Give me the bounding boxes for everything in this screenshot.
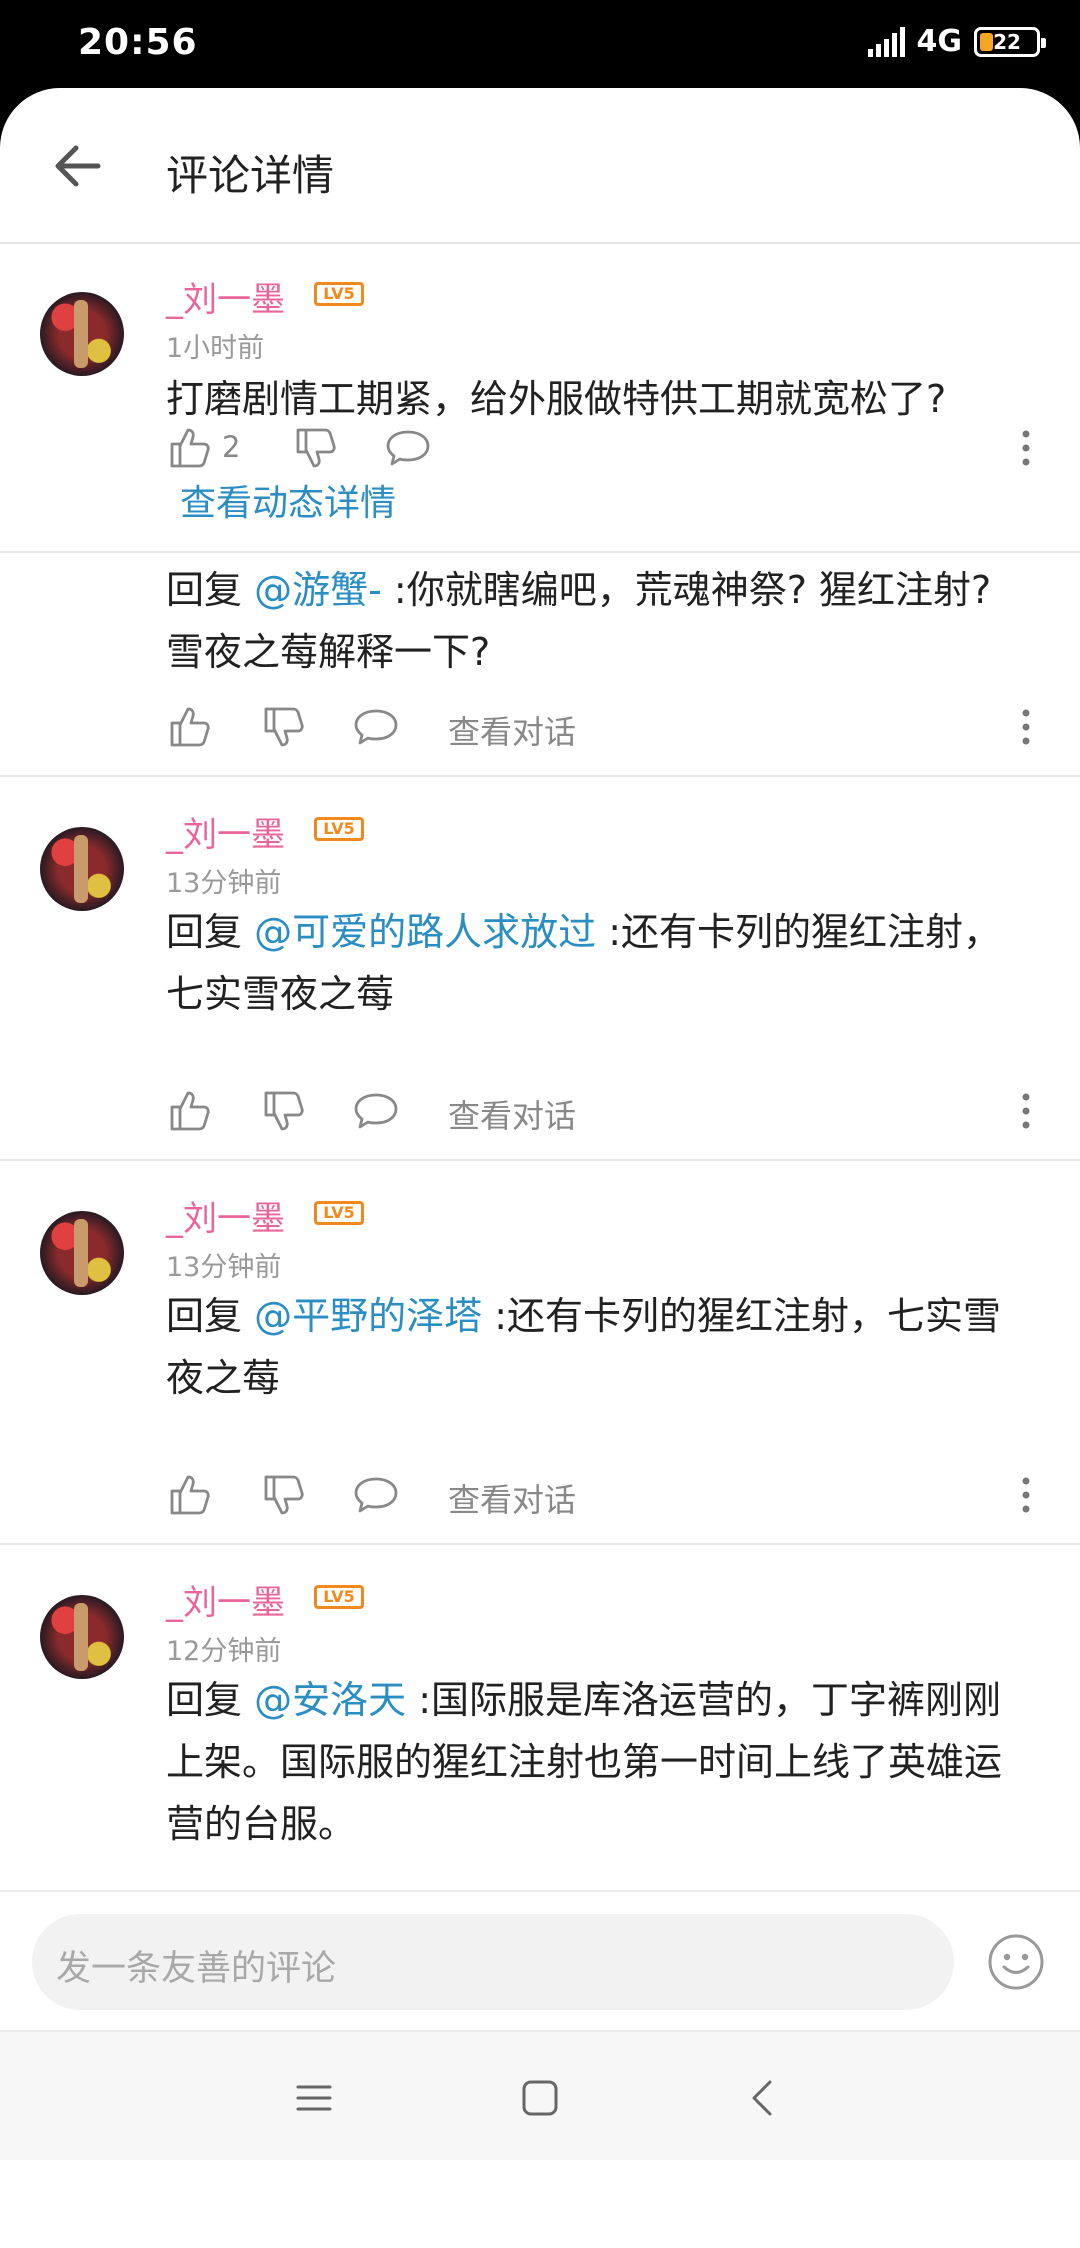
username[interactable]: _刘一墨 (166, 1575, 285, 1624)
more-options-icon[interactable] (1006, 1471, 1046, 1519)
dislike-icon[interactable] (260, 1087, 308, 1135)
battery-icon: 22 (974, 26, 1046, 57)
avatar[interactable] (40, 827, 124, 911)
level-badge: LV5 (314, 1585, 364, 1609)
mention-link[interactable]: @平野的泽塔 (254, 1294, 482, 1338)
comment-thread: _刘一墨 LV5 1小时前 打磨剧情工期紧，给外服做特供工期就宽松了? 2 查看… (0, 246, 1080, 1976)
username[interactable]: _刘一墨 (166, 807, 285, 856)
comment-icon[interactable] (352, 1471, 400, 1519)
back-icon[interactable] (742, 2076, 786, 2120)
view-conversation-link[interactable]: 查看对话 (448, 1091, 576, 1137)
level-badge: LV5 (314, 817, 364, 841)
comment-input-bar: 发一条友善的评论 (0, 1890, 1080, 2028)
username[interactable]: _刘一墨 (166, 1191, 285, 1240)
comment-input[interactable]: 发一条友善的评论 (32, 1914, 954, 2010)
reply-item: 回复 @游蟹- :你就瞎编吧，荒魂神祭? 猩红注射? 雪夜之莓解释一下? 查看对… (0, 553, 1080, 777)
more-options-icon[interactable] (1006, 1087, 1046, 1135)
username[interactable]: _刘一墨 (166, 272, 285, 321)
like-icon[interactable] (166, 1087, 214, 1135)
mention-link[interactable]: @游蟹- (254, 568, 382, 612)
menu-icon[interactable] (292, 2076, 336, 2120)
emoji-icon[interactable] (986, 1932, 1046, 1992)
comment-time: 13分钟前 (166, 868, 282, 899)
like-icon[interactable] (166, 424, 214, 472)
reply-actions: 查看对话 (166, 703, 1046, 759)
page-header: 评论详情 (0, 88, 1080, 244)
reply-item: _刘一墨 LV5 13分钟前 回复 @可爱的路人求放过 :还有卡列的猩红注射，七… (0, 777, 1080, 1161)
dislike-icon[interactable] (292, 424, 340, 472)
home-icon[interactable] (518, 2076, 562, 2120)
level-badge: LV5 (314, 1201, 364, 1225)
reply-text: 回复 @可爱的路人求放过 :还有卡列的猩红注射，七实雪夜之莓 (166, 910, 1001, 1016)
reply-text: 回复 @平野的泽塔 :还有卡列的猩红注射，七实雪夜之莓 (166, 1294, 1001, 1400)
battery-level: 22 (993, 29, 1021, 54)
reply-actions: 查看对话 (166, 1471, 1046, 1527)
more-options-icon[interactable] (1006, 703, 1046, 751)
signal-icon (867, 26, 905, 57)
comment-input-placeholder: 发一条友善的评论 (56, 1949, 337, 1989)
status-time: 20:56 (78, 22, 198, 63)
comment-icon[interactable] (352, 703, 400, 751)
like-icon[interactable] (166, 1471, 214, 1519)
reply-item: _刘一墨 LV5 13分钟前 回复 @平野的泽塔 :还有卡列的猩红注射，七实雪夜… (0, 1161, 1080, 1545)
like-icon[interactable] (166, 703, 214, 751)
network-type: 4G (916, 24, 963, 59)
status-bar: 20:56 4G 22 (0, 0, 1080, 90)
back-arrow-icon[interactable] (48, 136, 108, 196)
comment-time: 12分钟前 (166, 1636, 282, 1667)
comment-time: 1小时前 (166, 333, 265, 364)
comment-actions: 2 (166, 424, 1046, 480)
like-count: 2 (222, 430, 241, 464)
comment-text: 打磨剧情工期紧，给外服做特供工期就宽松了? (166, 377, 947, 421)
comment-icon[interactable] (352, 1087, 400, 1135)
mention-link[interactable]: @安洛天 (254, 1678, 406, 1722)
main-comment: _刘一墨 LV5 1小时前 打磨剧情工期紧，给外服做特供工期就宽松了? 2 查看… (0, 246, 1080, 553)
dislike-icon[interactable] (260, 703, 308, 751)
view-conversation-link[interactable]: 查看对话 (448, 1475, 576, 1521)
reply-text: 回复 @游蟹- :你就瞎编吧，荒魂神祭? 猩红注射? 雪夜之莓解释一下? (166, 568, 992, 674)
reply-text: 回复 @安洛天 :国际服是库洛运营的，丁字裤刚刚上架。国际服的猩红注射也第一时间… (166, 1678, 1003, 1846)
page-title: 评论详情 (166, 151, 335, 200)
comment-time: 13分钟前 (166, 1252, 282, 1283)
status-icons: 4G 22 (867, 24, 1046, 59)
avatar[interactable] (40, 1595, 124, 1679)
dislike-icon[interactable] (260, 1471, 308, 1519)
comment-icon[interactable] (384, 424, 432, 472)
view-post-detail-link[interactable]: 查看动态详情 (180, 474, 396, 526)
view-conversation-link[interactable]: 查看对话 (448, 707, 576, 753)
avatar[interactable] (40, 292, 124, 376)
avatar[interactable] (40, 1211, 124, 1295)
mention-link[interactable]: @可爱的路人求放过 (254, 910, 596, 954)
level-badge: LV5 (314, 282, 364, 306)
more-options-icon[interactable] (1006, 424, 1046, 472)
reply-actions: 查看对话 (166, 1087, 1046, 1143)
system-nav-bar (0, 2030, 1080, 2160)
